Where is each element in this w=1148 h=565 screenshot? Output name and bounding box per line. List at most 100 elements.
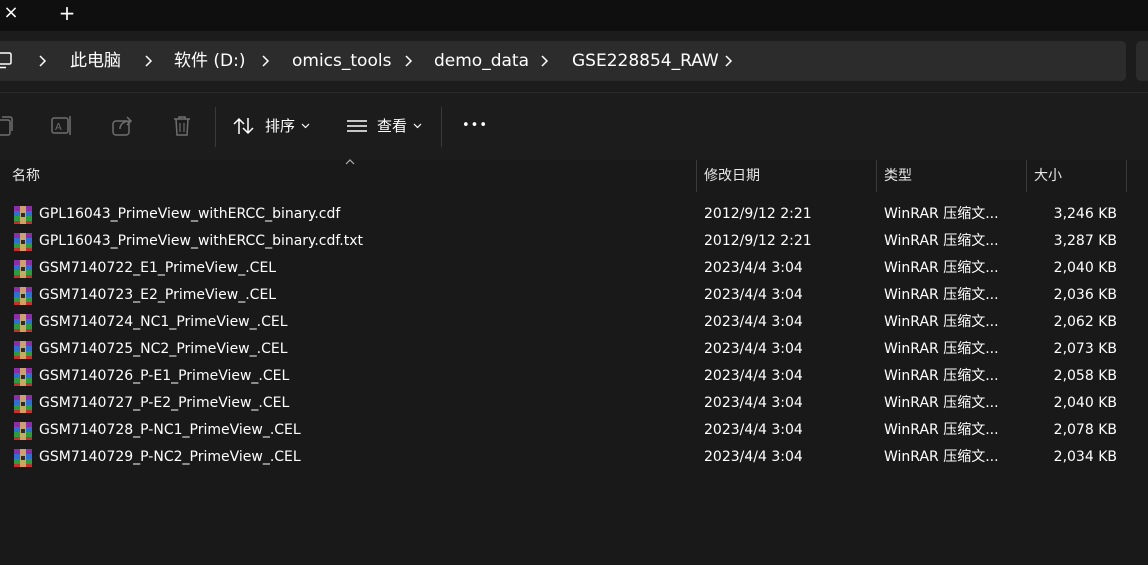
file-type: WinRAR 压缩文... (884, 395, 999, 411)
file-name: GSM7140728_P-NC1_PrimeView_.CEL (39, 422, 301, 438)
file-type: WinRAR 压缩文... (884, 422, 999, 438)
file-row[interactable]: GSM7140722_E1_PrimeView_.CEL 2023/4/4 3:0… (0, 255, 1148, 282)
column-divider[interactable] (1026, 160, 1027, 192)
file-size: 2,034 KB (1053, 449, 1117, 465)
file-size: 2,073 KB (1053, 341, 1117, 357)
chevron-right-icon[interactable] (259, 41, 273, 81)
column-header-size[interactable]: 大小 (1034, 160, 1062, 192)
breadcrumb-omics-tools[interactable]: omics_tools (292, 41, 391, 81)
file-type: WinRAR 压缩文... (884, 368, 999, 384)
file-modified-date: 2012/9/12 2:21 (704, 206, 812, 222)
view-icon (347, 120, 367, 132)
tab-bar: × + (0, 0, 1148, 31)
file-modified-date: 2012/9/12 2:21 (704, 233, 812, 249)
file-modified-date: 2023/4/4 3:04 (704, 260, 803, 276)
winrar-archive-icon (13, 232, 33, 252)
sort-label: 排序 (265, 117, 296, 135)
file-type: WinRAR 压缩文... (884, 287, 999, 303)
column-header-name[interactable]: 名称 (12, 160, 40, 192)
column-header-row: 名称 修改日期 类型 大小 (0, 159, 1148, 192)
file-row[interactable]: GSM7140727_P-E2_PrimeView_.CEL 2023/4/4 3… (0, 390, 1148, 417)
search-box[interactable] (1136, 41, 1148, 81)
chevron-right-icon[interactable] (722, 41, 736, 81)
toolbar-divider (441, 107, 442, 147)
column-header-type[interactable]: 类型 (884, 160, 912, 192)
chevron-right-icon[interactable] (538, 41, 552, 81)
file-size: 2,058 KB (1053, 368, 1117, 384)
file-modified-date: 2023/4/4 3:04 (704, 422, 803, 438)
file-name: GSM7140727_P-E2_PrimeView_.CEL (39, 395, 290, 411)
winrar-archive-icon (13, 421, 33, 441)
chevron-right-icon[interactable] (36, 41, 50, 81)
file-row[interactable]: GSM7140723_E2_PrimeView_.CEL 2023/4/4 3:0… (0, 282, 1148, 309)
computer-icon[interactable] (0, 51, 14, 75)
file-row[interactable]: GSM7140728_P-NC1_PrimeView_.CEL 2023/4/4 … (0, 417, 1148, 444)
file-size: 2,036 KB (1053, 287, 1117, 303)
copy-icon[interactable] (0, 115, 14, 141)
file-name: GSM7140724_NC1_PrimeView_.CEL (39, 314, 288, 330)
sort-ascending-icon (345, 159, 355, 165)
winrar-archive-icon (13, 394, 33, 414)
file-row[interactable]: GPL16043_PrimeView_withERCC_binary.cdf 20… (0, 201, 1148, 228)
view-label: 查看 (377, 117, 408, 135)
new-tab-icon[interactable]: + (56, 0, 78, 26)
file-modified-date: 2023/4/4 3:04 (704, 395, 803, 411)
file-row[interactable]: GSM7140725_NC2_PrimeView_.CEL 2023/4/4 3:… (0, 336, 1148, 363)
breadcrumb-demo-data[interactable]: demo_data (434, 41, 529, 81)
file-row[interactable]: GSM7140729_P-NC2_PrimeView_.CEL 2023/4/4 … (0, 444, 1148, 471)
winrar-archive-icon (13, 340, 33, 360)
breadcrumb-gse228854-raw[interactable]: GSE228854_RAW (572, 41, 719, 81)
more-options-label: ••• (462, 118, 489, 133)
sort-button[interactable]: 排序 (233, 109, 313, 143)
file-type: WinRAR 压缩文... (884, 341, 999, 357)
file-type: WinRAR 压缩文... (884, 449, 999, 465)
file-name: GSM7140725_NC2_PrimeView_.CEL (39, 341, 288, 357)
chevron-down-icon (413, 123, 422, 129)
file-size: 2,062 KB (1053, 314, 1117, 330)
file-size: 3,287 KB (1053, 233, 1117, 249)
winrar-archive-icon (13, 367, 33, 387)
file-name: GSM7140722_E1_PrimeView_.CEL (39, 260, 277, 276)
file-name: GPL16043_PrimeView_withERCC_binary.cdf.t… (39, 233, 364, 249)
column-header-date[interactable]: 修改日期 (704, 160, 760, 192)
column-divider[interactable] (876, 160, 877, 192)
winrar-archive-icon (13, 259, 33, 279)
more-options-icon[interactable]: ••• (462, 109, 490, 143)
breadcrumb-drive-d[interactable]: 软件 (D:) (174, 41, 246, 81)
file-type: WinRAR 压缩文... (884, 260, 999, 276)
file-row[interactable]: GPL16043_PrimeView_withERCC_binary.cdf.t… (0, 228, 1148, 255)
winrar-archive-icon (13, 205, 33, 225)
delete-icon[interactable] (172, 115, 192, 141)
chevron-right-icon[interactable] (402, 41, 416, 81)
file-modified-date: 2023/4/4 3:04 (704, 368, 803, 384)
file-name: GSM7140723_E2_PrimeView_.CEL (39, 287, 277, 303)
close-tab-icon[interactable]: × (0, 0, 22, 26)
file-type: WinRAR 压缩文... (884, 314, 999, 330)
file-size: 2,078 KB (1053, 422, 1117, 438)
address-bar[interactable]: 此电脑 软件 (D:) omics_tools demo_data GSE228… (0, 41, 1126, 81)
view-button[interactable]: 查看 (346, 109, 426, 143)
column-divider[interactable] (1126, 160, 1127, 192)
file-type: WinRAR 压缩文... (884, 233, 999, 249)
file-size: 3,246 KB (1053, 206, 1117, 222)
file-row[interactable]: GSM7140726_P-E1_PrimeView_.CEL 2023/4/4 3… (0, 363, 1148, 390)
chevron-down-icon (301, 123, 310, 129)
chevron-right-icon[interactable] (142, 41, 156, 81)
file-name: GSM7140729_P-NC2_PrimeView_.CEL (39, 449, 301, 465)
file-size: 2,040 KB (1053, 260, 1117, 276)
share-icon[interactable] (112, 115, 134, 141)
toolbar-divider (215, 107, 216, 147)
command-bar: A 排序 查看 ••• (0, 92, 1148, 161)
rename-icon[interactable]: A (51, 115, 73, 141)
file-row[interactable]: GSM7140724_NC1_PrimeView_.CEL 2023/4/4 3:… (0, 309, 1148, 336)
winrar-archive-icon (13, 286, 33, 306)
file-name: GPL16043_PrimeView_withERCC_binary.cdf (39, 206, 341, 222)
column-divider[interactable] (696, 160, 697, 192)
sort-icon (233, 117, 254, 135)
breadcrumb-this-pc[interactable]: 此电脑 (70, 41, 121, 81)
file-modified-date: 2023/4/4 3:04 (704, 287, 803, 303)
file-modified-date: 2023/4/4 3:04 (704, 449, 803, 465)
address-row: 此电脑 软件 (D:) omics_tools demo_data GSE228… (0, 31, 1148, 91)
file-name: GSM7140726_P-E1_PrimeView_.CEL (39, 368, 290, 384)
file-modified-date: 2023/4/4 3:04 (704, 341, 803, 357)
